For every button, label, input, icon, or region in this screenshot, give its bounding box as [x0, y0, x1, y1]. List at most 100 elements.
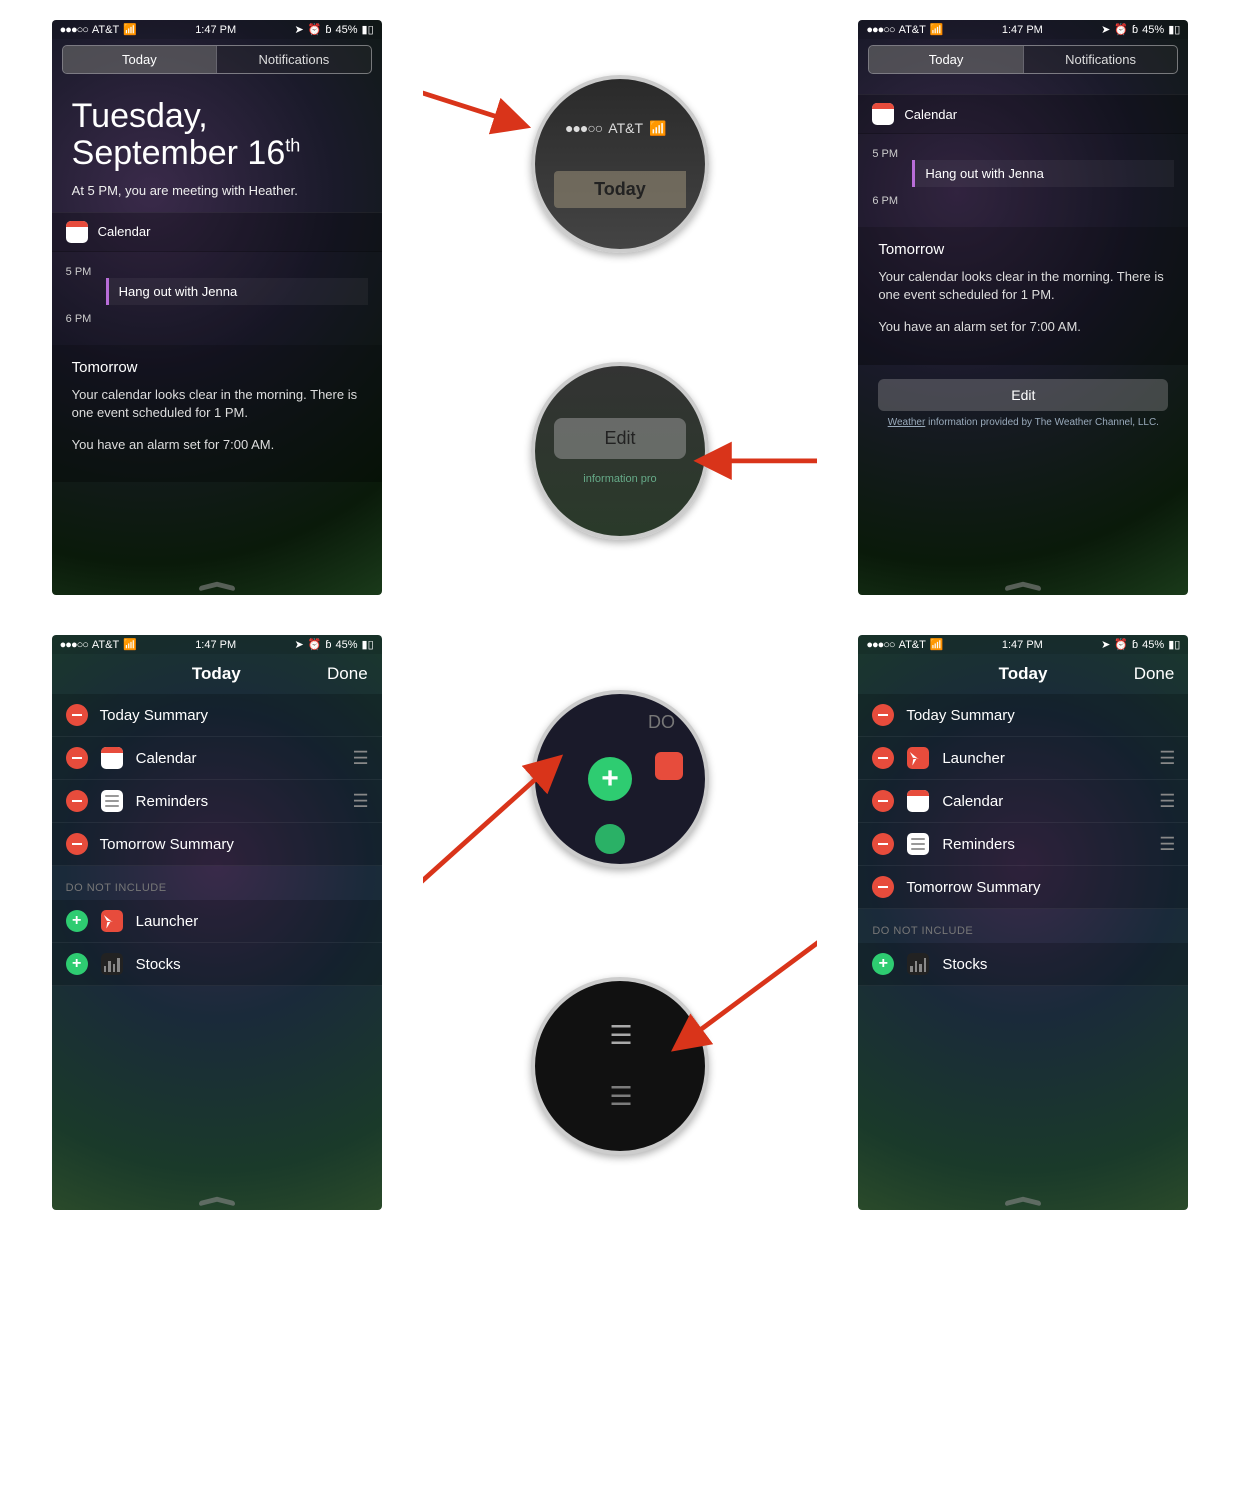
reminders-icon: [907, 833, 929, 855]
tomorrow-section: Tomorrow Your calendar looks clear in th…: [858, 227, 1188, 365]
weekday-label: Tuesday,: [72, 98, 362, 135]
remove-icon[interactable]: [872, 704, 894, 726]
zoom-edit-label: Edit: [554, 418, 685, 459]
drag-handle-icon[interactable]: ☰: [1159, 791, 1174, 812]
signal-dots-icon: ●●●○○: [60, 639, 88, 651]
row-launcher: Launcher ☰: [858, 737, 1188, 780]
tomorrow-text: Your calendar looks clear in the morning…: [72, 386, 362, 422]
zoom-wifi-icon: 📶: [649, 120, 666, 137]
bluetooth-icon: ɓ: [325, 639, 331, 651]
location-icon: ➤: [294, 23, 303, 36]
drag-handle-icon[interactable]: ☰: [353, 748, 368, 769]
remove-icon[interactable]: [66, 833, 88, 855]
signal-dots-icon: ●●●○○: [866, 24, 894, 36]
add-icon[interactable]: [872, 953, 894, 975]
row-calendar: Calendar ☰: [52, 737, 382, 780]
row-today-summary: Today Summary: [52, 694, 382, 737]
grabber-icon[interactable]: [199, 581, 235, 589]
battery-pct: 45%: [336, 24, 358, 36]
remove-icon[interactable]: [66, 747, 88, 769]
stocks-icon: [907, 953, 929, 975]
alarm-icon: ⏰: [308, 638, 322, 651]
calendar-widget-header: Calendar: [858, 94, 1188, 134]
tab-notifications[interactable]: Notifications: [216, 46, 371, 73]
drag-handle-icon[interactable]: ☰: [353, 791, 368, 812]
reminders-icon: [101, 790, 123, 812]
grabber-icon[interactable]: [199, 1196, 235, 1204]
signal-dots-icon: ●●●○○: [866, 639, 894, 651]
remove-icon[interactable]: [66, 704, 88, 726]
zoom-carrier: AT&T: [608, 120, 643, 136]
row-tomorrow-summary: Tomorrow Summary: [858, 866, 1188, 909]
battery-icon: ▮▯: [1168, 638, 1180, 651]
tab-notifications[interactable]: Notifications: [1023, 46, 1178, 73]
signal-dots-icon: ●●●○○: [60, 24, 88, 36]
date-heading: Tuesday, September 16th: [52, 80, 382, 183]
time-6pm: 6 PM: [872, 195, 898, 207]
launcher-icon: [101, 910, 123, 932]
grabber-icon[interactable]: [1005, 581, 1041, 589]
battery-pct: 45%: [1142, 639, 1164, 651]
row-reminders: Reminders ☰: [858, 823, 1188, 866]
zoom-signal-icon: ●●●○○: [565, 120, 602, 136]
calendar-event[interactable]: Hang out with Jenna: [106, 278, 368, 305]
today-notifications-segmented: Today Notifications: [868, 45, 1178, 74]
grabber-icon[interactable]: [1005, 1196, 1041, 1204]
bluetooth-icon: ɓ: [1132, 24, 1138, 36]
phone-today-view-scrolled: ●●●○○ AT&T 📶 1:47 PM ➤ ⏰ ɓ 45% ▮▯ Today …: [858, 20, 1188, 595]
do-not-include-label: DO NOT INCLUDE: [52, 866, 382, 900]
remove-icon[interactable]: [872, 790, 894, 812]
edit-navbar: Today Done: [858, 654, 1188, 694]
row-launcher: Launcher: [52, 900, 382, 943]
clock-label: 1:47 PM: [195, 639, 236, 651]
remove-icon[interactable]: [872, 833, 894, 855]
add-icon[interactable]: [66, 910, 88, 932]
status-bar: ●●●○○ AT&T 📶 1:47 PM ➤ ⏰ ɓ 45% ▮▯: [52, 20, 382, 39]
alarm-icon: ⏰: [1114, 638, 1128, 651]
tomorrow-section: Tomorrow Your calendar looks clear in th…: [52, 345, 382, 483]
drag-handle-icon[interactable]: ☰: [1159, 834, 1174, 855]
wifi-icon: 📶: [123, 638, 137, 651]
calendar-icon: [872, 103, 894, 125]
zoom-do-label: DO: [648, 712, 675, 733]
calendar-icon: [101, 747, 123, 769]
row-reminders: Reminders ☰: [52, 780, 382, 823]
wifi-icon: 📶: [123, 23, 137, 36]
zoom-edit-info: information pro: [583, 473, 656, 485]
monthday-label: September 16: [72, 134, 286, 172]
done-button[interactable]: Done: [327, 664, 368, 684]
time-5pm: 5 PM: [66, 266, 92, 278]
time-6pm: 6 PM: [66, 313, 92, 325]
drag-handle-icon[interactable]: ☰: [1159, 748, 1174, 769]
edit-button[interactable]: Edit: [878, 379, 1168, 411]
alarm-text: You have an alarm set for 7:00 AM.: [878, 318, 1168, 336]
done-button[interactable]: Done: [1134, 664, 1175, 684]
weather-link[interactable]: Weather: [888, 417, 926, 428]
calendar-event[interactable]: Hang out with Jenna: [912, 160, 1174, 187]
remove-icon[interactable]: [872, 876, 894, 898]
edit-navbar: Today Done: [52, 654, 382, 694]
nav-title: Today: [106, 664, 327, 684]
do-not-include-label: DO NOT INCLUDE: [858, 909, 1188, 943]
phone-edit-widgets-before: ●●●○○ AT&T 📶 1:47 PM ➤ ⏰ ɓ 45% ▮▯ Today …: [52, 635, 382, 1210]
add-icon[interactable]: [66, 953, 88, 975]
carrier-label: AT&T: [92, 639, 119, 651]
row-tomorrow-summary: Tomorrow Summary: [52, 823, 382, 866]
battery-icon: ▮▯: [1168, 23, 1180, 36]
clock-label: 1:47 PM: [1002, 24, 1043, 36]
remove-icon[interactable]: [66, 790, 88, 812]
row-today-summary: Today Summary: [858, 694, 1188, 737]
zoom-handle-icon: ☰: [609, 1020, 630, 1051]
remove-icon[interactable]: [872, 747, 894, 769]
nav-title: Today: [912, 664, 1133, 684]
tab-today[interactable]: Today: [869, 46, 1023, 73]
status-bar: ●●●○○ AT&T 📶 1:47 PM ➤ ⏰ ɓ 45% ▮▯: [858, 635, 1188, 654]
tab-today[interactable]: Today: [63, 46, 217, 73]
carrier-label: AT&T: [92, 24, 119, 36]
calendar-widget-body: 5 PM Hang out with Jenna 6 PM: [858, 134, 1188, 227]
tomorrow-title: Tomorrow: [878, 241, 1168, 258]
zoom-plus-icon-2: [595, 824, 625, 854]
location-icon: ➤: [1101, 23, 1110, 36]
launcher-icon: [907, 747, 929, 769]
battery-pct: 45%: [1142, 24, 1164, 36]
